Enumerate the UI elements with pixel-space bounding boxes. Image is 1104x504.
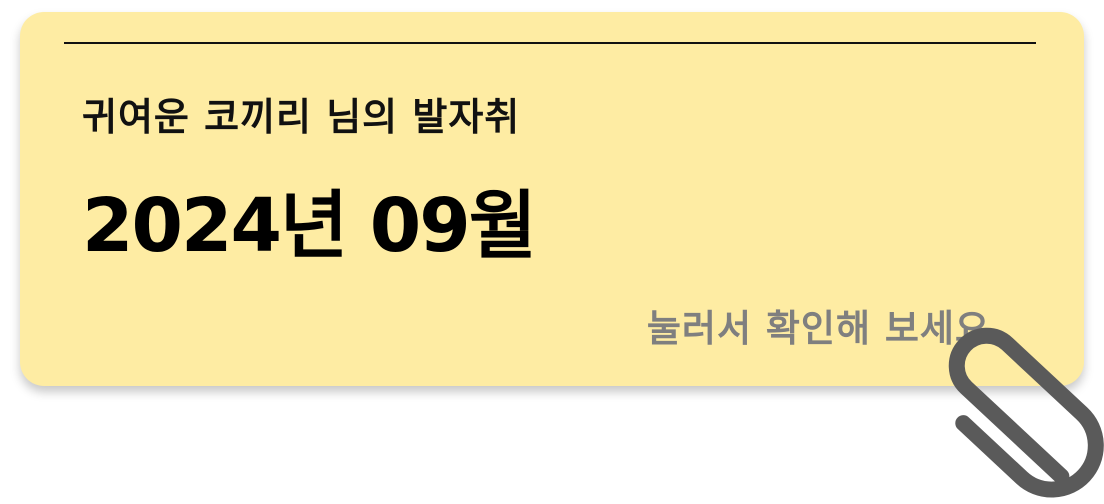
card-subtitle: 귀여운 코끼리 님의 발자취 (82, 95, 521, 139)
paperclip-icon (948, 327, 1104, 498)
card-title-month: 2024년 09월 (82, 183, 537, 269)
top-divider (64, 42, 1036, 44)
